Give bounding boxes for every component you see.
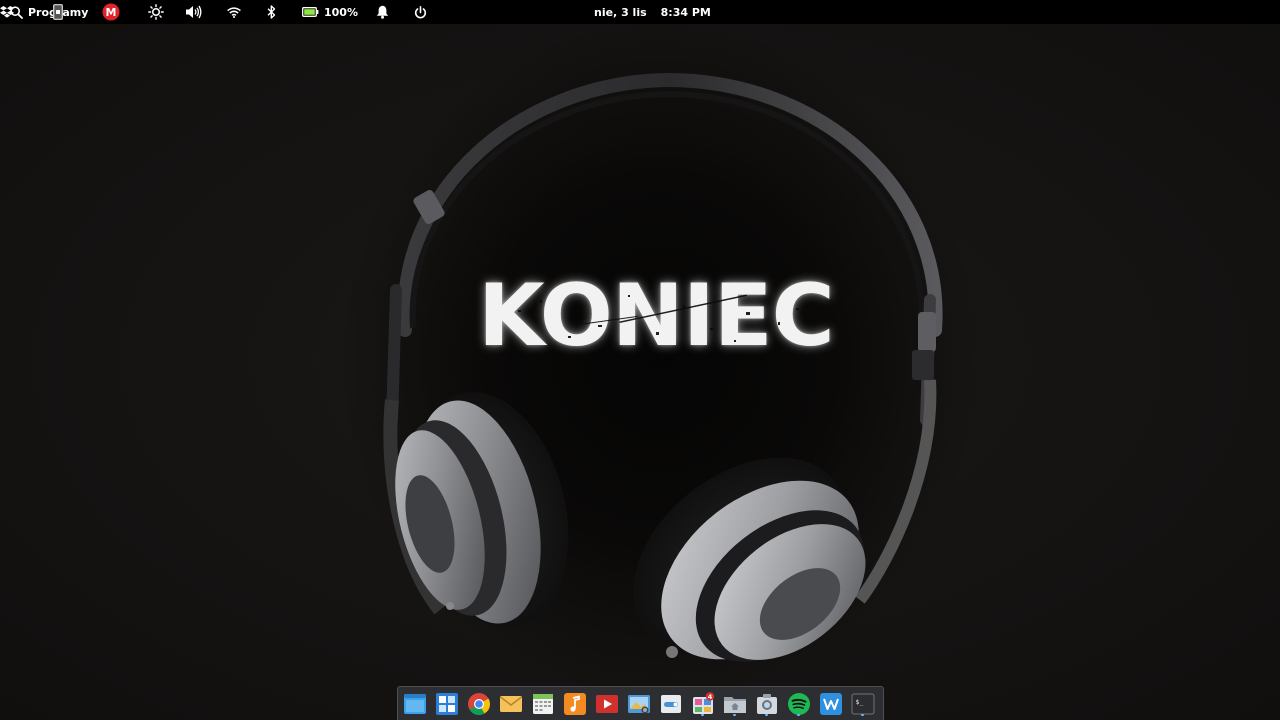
photos-icon [628, 695, 650, 714]
dock-item-settings[interactable] [659, 692, 683, 716]
desktop: KONIEC Programy nie, 3 lis 8:34 PM [0, 0, 1280, 720]
brightness-indicator[interactable] [148, 4, 164, 20]
power-status-indicator[interactable]: 100% [302, 4, 358, 20]
dock-item-chrome[interactable] [467, 692, 491, 716]
dock-item-screenshot[interactable] [755, 692, 779, 716]
terminal-icon: $_ [851, 693, 875, 715]
settings-icon [661, 695, 681, 713]
top-panel: Programy nie, 3 lis 8:34 PM [0, 0, 1280, 24]
dock-item-appcenter[interactable]: 4 [691, 692, 715, 716]
dock: 4 $_ [397, 686, 884, 720]
network-indicator[interactable] [227, 4, 241, 20]
spotify-icon [788, 693, 810, 715]
running-indicator [797, 714, 800, 716]
writer-icon [820, 693, 842, 715]
dock-item-writer[interactable] [819, 692, 843, 716]
bluetooth-icon [267, 5, 275, 19]
dropbox-indicator[interactable] [0, 4, 14, 20]
running-indicator [733, 714, 736, 716]
brightness-icon [148, 4, 164, 20]
files-icon [724, 697, 746, 713]
mega-icon: M [102, 3, 120, 21]
dock-item-multitasking[interactable] [403, 692, 427, 716]
volume-icon [186, 5, 202, 19]
app-launcher-icon [436, 693, 458, 715]
session-indicator[interactable] [413, 4, 427, 20]
videos-icon [596, 695, 618, 713]
bluetooth-indicator[interactable] [266, 4, 276, 20]
applications-menu-button[interactable]: Programy [10, 0, 88, 24]
dock-item-spotify[interactable] [787, 692, 811, 716]
music-icon [564, 693, 586, 715]
phone-indicator[interactable] [52, 4, 64, 20]
terminal-icon-label: $_ [856, 698, 864, 706]
mega-indicator[interactable]: M [102, 3, 120, 21]
mail-icon [500, 696, 522, 712]
volume-indicator[interactable] [186, 4, 202, 20]
running-indicator [701, 714, 704, 716]
dock-item-mail[interactable] [499, 692, 523, 716]
dock-item-calendar[interactable] [531, 692, 555, 716]
date-time-indicator[interactable]: nie, 3 lis 8:34 PM [594, 0, 711, 24]
running-indicator [861, 714, 864, 716]
power-icon [414, 5, 426, 18]
battery-percentage: 100% [324, 5, 358, 19]
appcenter-icon: 4 [693, 692, 715, 714]
clock-time: 8:34 PM [660, 5, 711, 19]
wifi-icon [227, 6, 241, 18]
battery-icon [302, 7, 319, 17]
phone-icon [53, 4, 63, 20]
chrome-icon [468, 693, 490, 715]
dock-item-videos[interactable] [595, 692, 619, 716]
dock-item-music[interactable] [563, 692, 587, 716]
dock-item-terminal[interactable]: $_ [851, 692, 875, 716]
screenshot-icon [757, 694, 777, 714]
calendar-icon [533, 694, 553, 714]
notifications-indicator[interactable] [375, 4, 389, 20]
dock-item-files[interactable] [723, 692, 747, 716]
running-indicator [765, 714, 768, 716]
clock-date: nie, 3 lis [594, 5, 647, 19]
dropbox-icon [0, 6, 14, 18]
mega-icon-label: M [106, 6, 117, 19]
multitasking-view-icon [404, 694, 426, 714]
appcenter-badge: 4 [708, 693, 713, 701]
notifications-icon [376, 5, 388, 19]
dock-item-app-launcher[interactable] [435, 692, 459, 716]
wallpaper-title: KONIEC [478, 266, 835, 366]
dock-item-photos[interactable] [627, 692, 651, 716]
